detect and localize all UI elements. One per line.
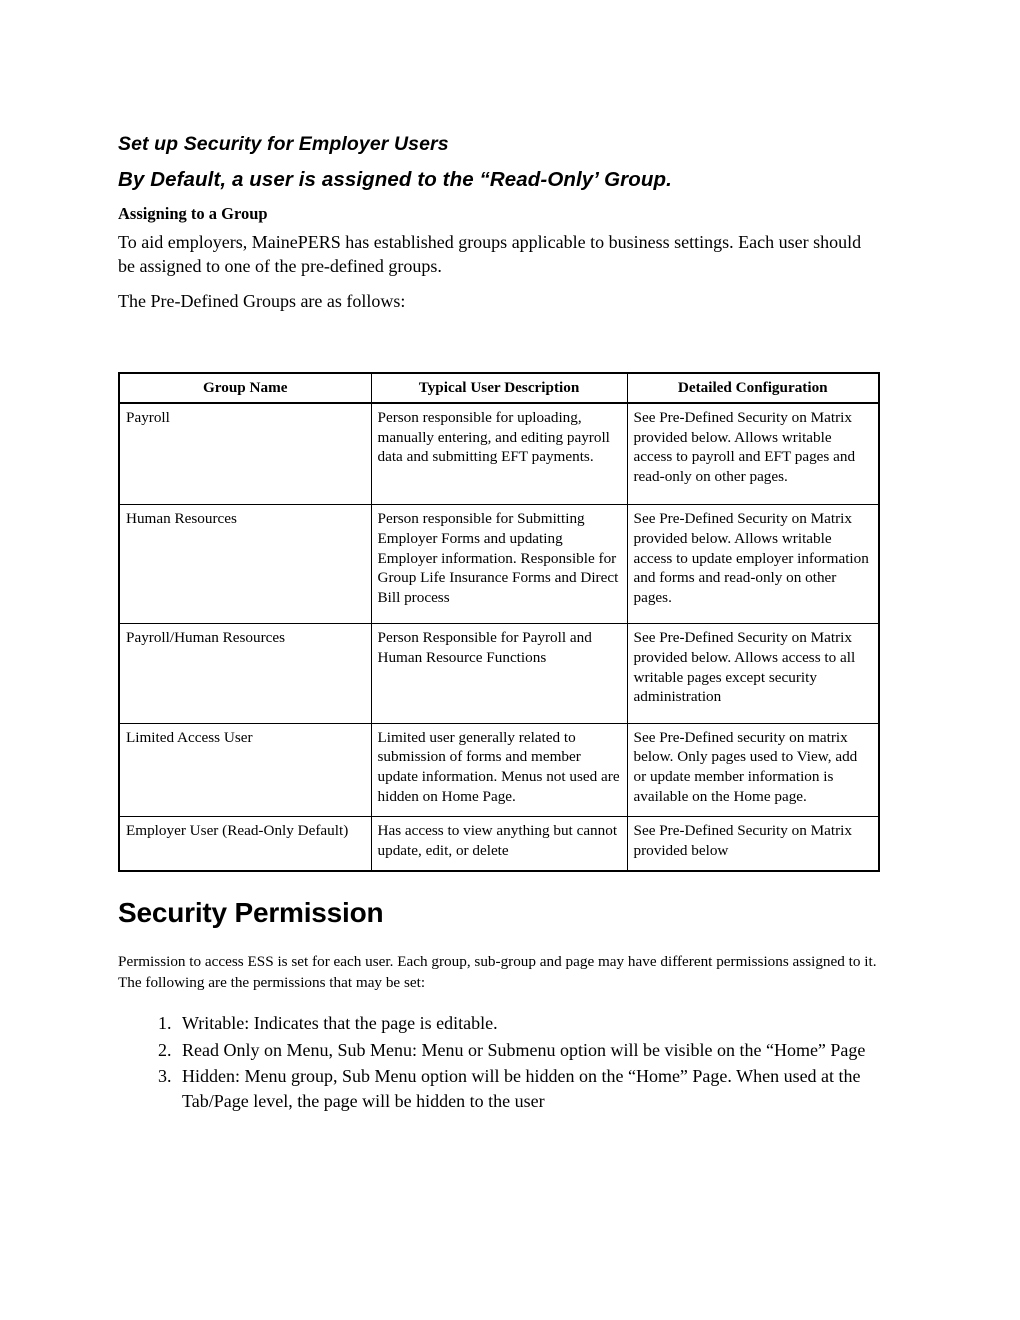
- document-content: Set up Security for Employer Users By De…: [118, 132, 880, 1115]
- cell-group-name: Payroll: [118, 402, 372, 506]
- lead-in-paragraph: The Pre-Defined Groups are as follows:: [118, 291, 406, 311]
- section-heading-assigning-to-a-group: Assigning to a Group: [118, 204, 268, 223]
- pre-defined-groups-table: Group Name Typical User Description Deta…: [118, 371, 880, 873]
- cell-detailed-configuration: See Pre-Defined Security on Matrix provi…: [626, 402, 880, 506]
- cell-detailed-configuration: See Pre-Defined Security on Matrix provi…: [626, 623, 880, 724]
- security-permission-paragraph: Permission to access ESS is set for each…: [118, 953, 877, 991]
- cell-typical-user-description: Person Responsible for Payroll and Human…: [370, 623, 628, 724]
- table-row: Limited Access User Limited user general…: [118, 722, 880, 818]
- table-body: Payroll Person responsible for uploading…: [118, 402, 880, 872]
- cell-detailed-configuration: See Pre-Defined security on matrix below…: [626, 722, 880, 818]
- groups-table-wrapper: Group Name Typical User Description Deta…: [118, 371, 880, 873]
- security-permission-section: Security Permission Permission to access…: [118, 896, 880, 1113]
- cell-group-name: Employer User (Read-Only Default): [118, 816, 372, 872]
- table-row: Employer User (Read-Only Default) Has ac…: [118, 816, 880, 872]
- cell-typical-user-description: Person responsible for uploading, manual…: [370, 402, 628, 506]
- cell-group-name: Payroll/Human Resources: [118, 623, 372, 724]
- cell-detailed-configuration: See Pre-Defined Security on Matrix provi…: [626, 504, 880, 625]
- cell-typical-user-description: Person responsible for Submitting Employ…: [370, 504, 628, 625]
- document-page: Set up Security for Employer Users By De…: [0, 0, 1020, 1320]
- security-permission-heading: Security Permission: [118, 897, 384, 929]
- cell-detailed-configuration: See Pre-Defined Security on Matrix provi…: [626, 816, 880, 872]
- column-header-typical-user-description: Typical User Description: [370, 372, 628, 405]
- page-subtitle: By Default, a user is assigned to the “R…: [118, 168, 672, 191]
- table-row: Human Resources Person responsible for S…: [118, 504, 880, 625]
- cell-group-name: Limited Access User: [118, 722, 372, 818]
- table-row: Payroll/Human Resources Person Responsib…: [118, 623, 880, 724]
- intro-paragraph: To aid employers, MainePERS has establis…: [118, 232, 862, 276]
- table-header: Group Name Typical User Description Deta…: [118, 372, 880, 405]
- list-item: Read Only on Menu, Sub Menu: Menu or Sub…: [176, 1038, 880, 1063]
- page-title: Set up Security for Employer Users: [118, 133, 449, 155]
- table-header-row: Group Name Typical User Description Deta…: [118, 372, 880, 405]
- list-item: Hidden: Menu group, Sub Menu option will…: [176, 1064, 880, 1113]
- column-header-group-name: Group Name: [118, 372, 372, 405]
- permissions-list: Writable: Indicates that the page is edi…: [118, 1011, 880, 1113]
- table-row: Payroll Person responsible for uploading…: [118, 402, 880, 506]
- column-header-detailed-configuration: Detailed Configuration: [626, 372, 880, 405]
- list-item: Writable: Indicates that the page is edi…: [176, 1011, 880, 1036]
- cell-typical-user-description: Limited user generally related to submis…: [370, 722, 628, 818]
- cell-typical-user-description: Has access to view anything but cannot u…: [370, 816, 628, 872]
- cell-group-name: Human Resources: [118, 504, 372, 625]
